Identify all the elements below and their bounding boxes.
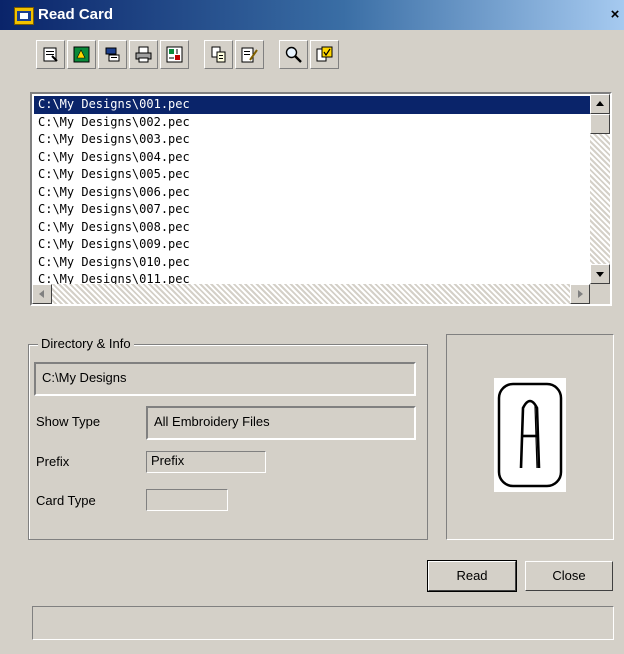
edit-button[interactable] — [235, 40, 264, 69]
copy-icon — [211, 46, 226, 63]
list-item[interactable]: C:\My Designs\009.pec — [34, 236, 590, 254]
settings-icon — [166, 46, 183, 63]
app-icon — [14, 7, 34, 25]
prefix-label: Prefix — [36, 454, 70, 469]
list-item[interactable]: C:\My Designs\010.pec — [34, 254, 590, 272]
arrow-down-icon — [596, 272, 604, 277]
card-type-label: Card Type — [36, 493, 96, 508]
edit-icon — [241, 47, 258, 63]
list-item[interactable]: C:\My Designs\004.pec — [34, 149, 590, 167]
copy-button[interactable] — [204, 40, 233, 69]
list-item[interactable]: C:\My Designs\001.pec — [34, 96, 590, 114]
settings-button[interactable] — [160, 40, 189, 69]
list-item[interactable]: C:\My Designs\006.pec — [34, 184, 590, 202]
scroll-right-button[interactable] — [570, 284, 590, 304]
list-item[interactable]: C:\My Designs\005.pec — [34, 166, 590, 184]
view-design-button[interactable] — [67, 40, 96, 69]
view-design-icon — [73, 46, 90, 63]
print-button[interactable] — [129, 40, 158, 69]
title-bar: Read Card × — [0, 0, 624, 30]
show-type-field[interactable]: All Embroidery Files — [146, 406, 416, 440]
vertical-scrollbar[interactable] — [590, 94, 610, 284]
prefix-field[interactable]: Prefix — [146, 451, 266, 473]
show-type-label: Show Type — [36, 414, 101, 429]
arrow-left-icon — [39, 290, 44, 298]
list-item[interactable]: C:\My Designs\007.pec — [34, 201, 590, 219]
read-button[interactable]: Read — [427, 560, 517, 592]
list-item[interactable]: C:\My Designs\002.pec — [34, 114, 590, 132]
select-all-icon — [316, 46, 333, 62]
zoom-button[interactable] — [279, 40, 308, 69]
select-all-button[interactable] — [310, 40, 339, 69]
card-type-field[interactable] — [146, 489, 228, 511]
file-list[interactable]: C:\My Designs\001.pec C:\My Designs\002.… — [30, 92, 612, 306]
preview-image — [494, 378, 566, 492]
scroll-down-button[interactable] — [590, 264, 610, 284]
list-view-icon — [105, 47, 120, 62]
scroll-corner — [590, 284, 610, 304]
status-bar — [32, 606, 614, 640]
vertical-scroll-thumb[interactable] — [590, 114, 610, 134]
file-list-items: C:\My Designs\001.pec C:\My Designs\002.… — [34, 96, 590, 286]
scroll-up-button[interactable] — [590, 94, 610, 114]
arrow-right-icon — [578, 290, 583, 298]
directory-info-title: Directory & Info — [38, 336, 134, 351]
print-icon — [135, 46, 152, 63]
properties-button[interactable] — [36, 40, 65, 69]
zoom-icon — [285, 46, 302, 63]
close-icon[interactable]: × — [606, 6, 624, 24]
window-title: Read Card — [38, 6, 114, 23]
embroidery-card-letter-a-icon — [497, 382, 563, 488]
scroll-left-button[interactable] — [32, 284, 52, 304]
list-item[interactable]: C:\My Designs\003.pec — [34, 131, 590, 149]
close-button[interactable]: Close — [525, 561, 613, 591]
list-item[interactable]: C:\My Designs\008.pec — [34, 219, 590, 237]
list-view-button[interactable] — [98, 40, 127, 69]
horizontal-scrollbar[interactable] — [32, 284, 590, 304]
directory-path-field[interactable]: C:\My Designs — [34, 362, 416, 396]
arrow-up-icon — [596, 101, 604, 106]
properties-icon — [43, 47, 58, 62]
